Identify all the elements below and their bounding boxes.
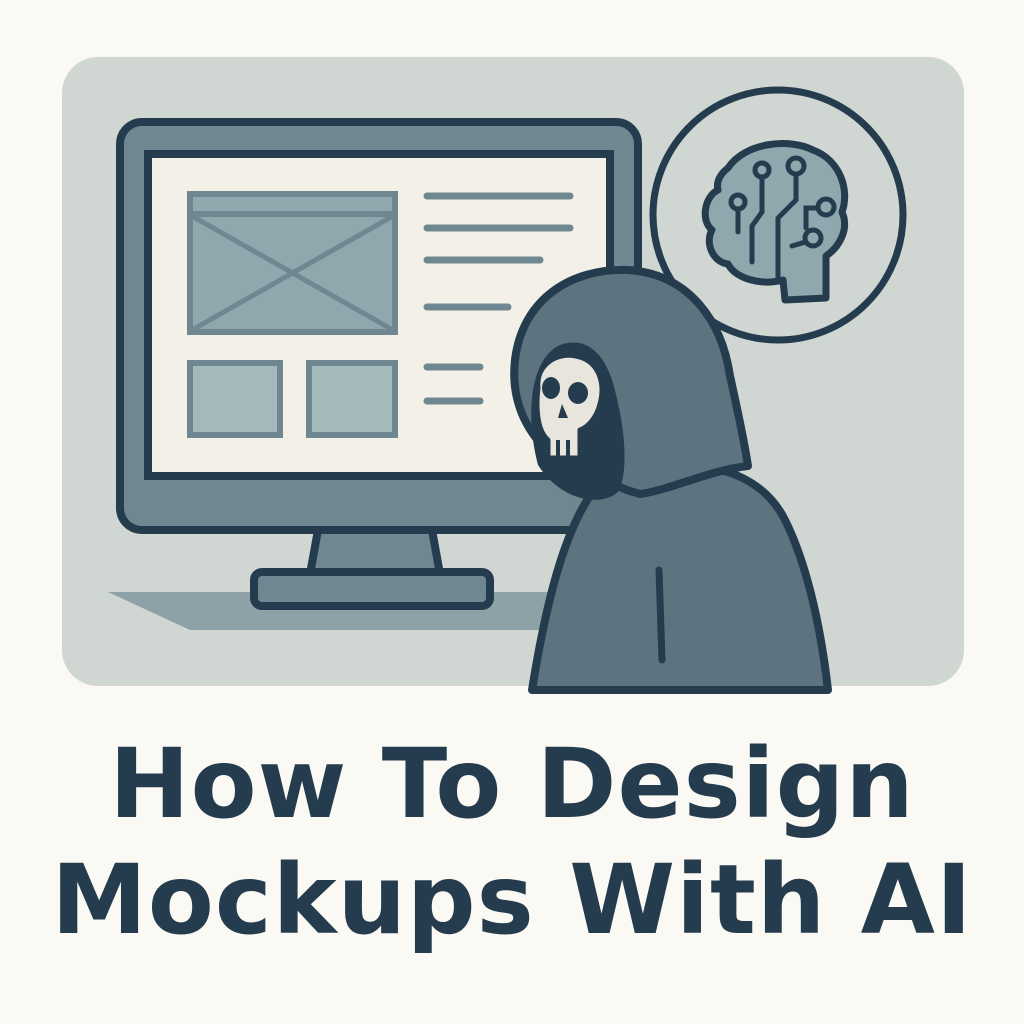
illustration bbox=[108, 86, 907, 694]
page-title: How To Design Mockups With AI bbox=[0, 726, 1024, 958]
title-line-2: Mockups With AI bbox=[51, 844, 973, 956]
title-line-1: How To Design bbox=[109, 728, 915, 840]
canvas: How To Design Mockups With AI bbox=[0, 0, 1024, 1024]
